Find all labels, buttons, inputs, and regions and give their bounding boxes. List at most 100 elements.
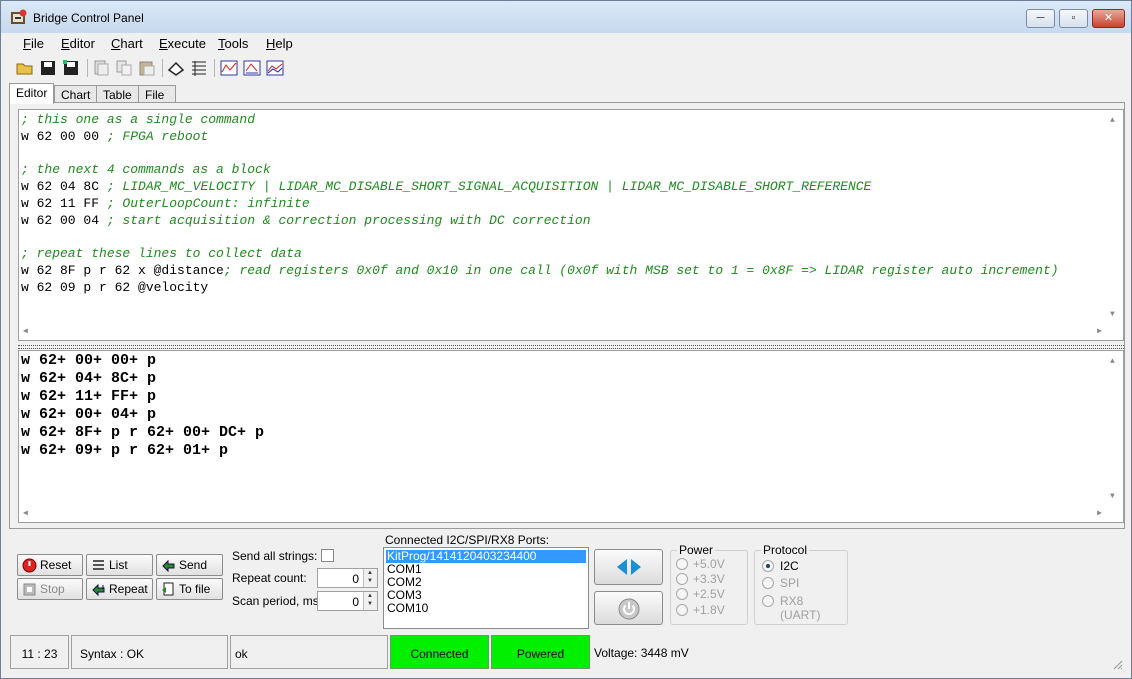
toolbar-separator	[162, 59, 163, 77]
power-1v8-label: +1.8V	[693, 603, 725, 617]
stepper-arrows[interactable]: ▲ ▼	[363, 569, 377, 587]
send-all-strings-checkbox[interactable]	[321, 549, 334, 562]
stop-icon	[23, 583, 36, 596]
list-icon[interactable]	[190, 59, 208, 77]
to-file-button[interactable]: To file	[156, 578, 223, 600]
minimize-icon: ─	[1036, 12, 1045, 24]
status-message: ok	[230, 635, 388, 669]
editor-splitter[interactable]	[18, 345, 1124, 349]
bridge-app-icon	[11, 9, 27, 24]
power-group: Power +5.0V +3.3V +2.5V +1.8V	[670, 543, 748, 625]
send-all-strings-label: Send all strings:	[232, 549, 318, 563]
send-icon	[162, 559, 175, 573]
script-editor[interactable]: ; this one as a single command w 62 00 0…	[18, 109, 1124, 341]
repeat-icon	[92, 583, 105, 597]
connect-arrows-icon	[617, 559, 641, 575]
output-line: w 62+ 8F+ p r 62+ 00+ DC+ p	[21, 424, 265, 441]
tab-editor[interactable]: Editor	[9, 83, 54, 104]
stepper-down-icon[interactable]: ▼	[367, 578, 373, 584]
open-folder-icon[interactable]	[16, 59, 34, 77]
app-window: Bridge Control Panel ─ ▫ ✕ File Editor C…	[0, 0, 1132, 679]
tab-file[interactable]: File	[138, 85, 176, 103]
scroll-down-icon[interactable]: ▼	[1110, 310, 1115, 319]
script-horizontal-scrollbar[interactable]: ◀ ▶	[19, 323, 1106, 340]
script-line: w 62 00 00 ; FPGA reboot	[21, 129, 209, 144]
chart-multi-icon[interactable]	[266, 59, 284, 77]
power-toggle-button[interactable]	[594, 591, 663, 625]
repeat-count-stepper[interactable]: 0 ▲ ▼	[317, 568, 378, 588]
menu-chart[interactable]: Chart	[111, 36, 143, 51]
paste-icon[interactable]	[138, 59, 156, 77]
menu-bar: File Editor Chart Execute Tools Help	[1, 33, 1131, 53]
save-icon[interactable]	[39, 59, 57, 77]
script-vertical-scrollbar[interactable]: ▲ ▼	[1106, 110, 1123, 323]
title-bar: Bridge Control Panel ─ ▫ ✕	[1, 1, 1131, 33]
protocol-rx8-radio[interactable]	[762, 595, 774, 607]
scan-period-stepper[interactable]: 0 ▲ ▼	[317, 591, 378, 611]
ports-list[interactable]: KitProg/1414120403234400 COM1 COM2 COM3 …	[383, 547, 589, 629]
status-connected: Connected	[390, 635, 489, 669]
minimize-button[interactable]: ─	[1026, 9, 1055, 28]
reset-icon	[22, 558, 37, 573]
power-5v-label: +5.0V	[693, 557, 725, 571]
stepper-up-icon[interactable]: ▲	[367, 593, 373, 599]
copy-icon[interactable]	[115, 59, 133, 77]
scan-period-value: 0	[352, 595, 359, 609]
connect-toggle-button[interactable]	[594, 549, 663, 585]
status-cursor-position: 11 : 23	[10, 635, 69, 669]
output-horizontal-scrollbar[interactable]: ◀ ▶	[19, 505, 1106, 522]
stepper-up-icon[interactable]: ▲	[367, 570, 373, 576]
toolbar-separator	[87, 59, 88, 77]
menu-help[interactable]: Help	[266, 36, 293, 51]
save-as-icon[interactable]	[62, 59, 80, 77]
menu-tools[interactable]: Tools	[218, 36, 248, 51]
stepper-arrows[interactable]: ▲ ▼	[363, 592, 377, 610]
power-3v3-radio[interactable]	[676, 573, 688, 585]
power-5v-radio[interactable]	[676, 558, 688, 570]
script-line: ; the next 4 commands as a block	[21, 162, 271, 177]
protocol-i2c-radio[interactable]	[762, 560, 774, 572]
power-1v8-radio[interactable]	[676, 604, 688, 616]
script-line: w 62 8F p r 62 x @distance; read registe…	[21, 263, 1059, 278]
editor-tab-panel: ; this one as a single command w 62 00 0…	[9, 102, 1125, 529]
scroll-right-icon[interactable]: ▶	[1097, 326, 1102, 336]
output-line: w 62+ 09+ p r 62+ 01+ p	[21, 442, 229, 459]
send-button[interactable]: Send	[156, 554, 223, 576]
scroll-left-icon[interactable]: ◀	[23, 508, 28, 518]
reset-button[interactable]: Reset	[17, 554, 83, 576]
resize-grip-icon[interactable]	[1111, 658, 1123, 670]
power-icon	[618, 598, 640, 620]
maximize-button[interactable]: ▫	[1059, 9, 1088, 28]
tab-chart[interactable]: Chart	[54, 85, 97, 103]
copy-doc-icon[interactable]	[92, 59, 110, 77]
clear-icon[interactable]	[167, 59, 185, 77]
port-item[interactable]: COM10	[386, 602, 586, 615]
output-line: w 62+ 04+ 8C+ p	[21, 370, 157, 387]
chart-line-icon[interactable]	[220, 59, 238, 77]
to-file-icon	[162, 582, 174, 596]
scroll-left-icon[interactable]: ◀	[23, 326, 28, 336]
repeat-button[interactable]: Repeat	[86, 578, 153, 600]
menu-editor[interactable]: Editor	[61, 36, 95, 51]
list-button[interactable]: List	[86, 554, 153, 576]
close-button[interactable]: ✕	[1092, 9, 1125, 28]
tab-table[interactable]: Table	[96, 85, 139, 103]
power-2v5-label: +2.5V	[693, 587, 725, 601]
chart-scatter-icon[interactable]	[243, 59, 261, 77]
power-2v5-radio[interactable]	[676, 588, 688, 600]
scroll-down-icon[interactable]: ▼	[1110, 492, 1115, 501]
protocol-spi-label: SPI	[780, 576, 800, 590]
scroll-right-icon[interactable]: ▶	[1097, 508, 1102, 518]
status-syntax: Syntax : OK	[71, 635, 228, 669]
menu-file[interactable]: File	[23, 36, 44, 51]
scroll-up-icon[interactable]: ▲	[1110, 116, 1115, 125]
protocol-spi-radio[interactable]	[762, 577, 774, 589]
menu-execute[interactable]: Execute	[159, 36, 206, 51]
output-log[interactable]: w 62+ 00+ 00+ p w 62+ 04+ 8C+ p w 62+ 11…	[18, 350, 1124, 523]
output-vertical-scrollbar[interactable]: ▲ ▼	[1106, 351, 1123, 505]
scan-period-label: Scan period, ms:	[232, 594, 323, 608]
stop-button[interactable]: Stop	[17, 578, 83, 600]
scroll-up-icon[interactable]: ▲	[1110, 357, 1115, 366]
power-group-title: Power	[677, 543, 716, 557]
stepper-down-icon[interactable]: ▼	[367, 601, 373, 607]
